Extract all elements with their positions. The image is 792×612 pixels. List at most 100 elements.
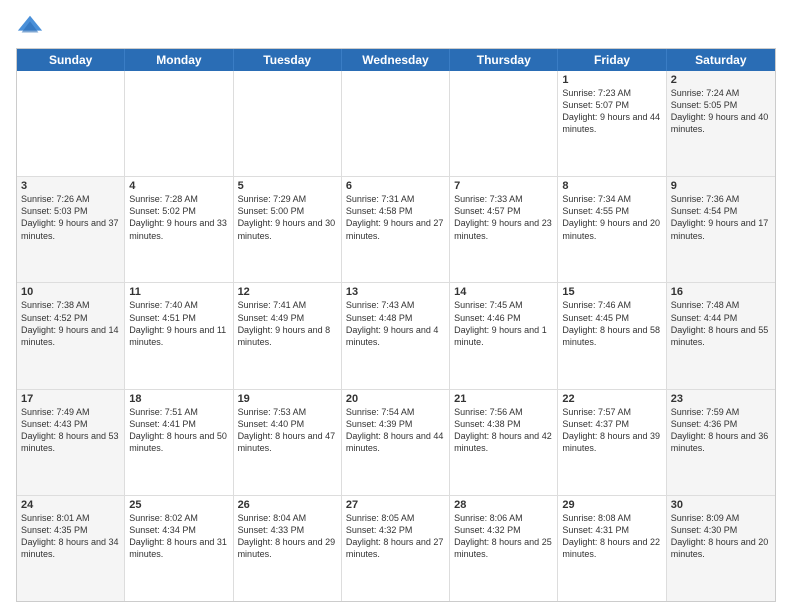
day-number: 8 xyxy=(562,180,661,192)
day-info: Sunrise: 8:05 AM Sunset: 4:32 PM Dayligh… xyxy=(346,512,445,561)
day-number: 3 xyxy=(21,180,120,192)
day-number: 25 xyxy=(129,499,228,511)
day-number: 15 xyxy=(562,286,661,298)
header-cell-friday: Friday xyxy=(558,49,666,71)
day-info: Sunrise: 7:24 AM Sunset: 5:05 PM Dayligh… xyxy=(671,87,771,136)
day-number: 5 xyxy=(238,180,337,192)
day-number: 6 xyxy=(346,180,445,192)
day-cell xyxy=(450,71,558,176)
day-number: 1 xyxy=(562,74,661,86)
day-number: 7 xyxy=(454,180,553,192)
day-cell xyxy=(342,71,450,176)
calendar: SundayMondayTuesdayWednesdayThursdayFrid… xyxy=(16,48,776,602)
calendar-header: SundayMondayTuesdayWednesdayThursdayFrid… xyxy=(17,49,775,71)
day-number: 2 xyxy=(671,74,771,86)
day-info: Sunrise: 8:04 AM Sunset: 4:33 PM Dayligh… xyxy=(238,512,337,561)
day-cell: 27Sunrise: 8:05 AM Sunset: 4:32 PM Dayli… xyxy=(342,496,450,601)
day-cell: 3Sunrise: 7:26 AM Sunset: 5:03 PM Daylig… xyxy=(17,177,125,282)
week-row-4: 17Sunrise: 7:49 AM Sunset: 4:43 PM Dayli… xyxy=(17,390,775,496)
page-header xyxy=(16,12,776,40)
day-info: Sunrise: 7:31 AM Sunset: 4:58 PM Dayligh… xyxy=(346,193,445,242)
day-number: 10 xyxy=(21,286,120,298)
day-number: 26 xyxy=(238,499,337,511)
day-cell: 9Sunrise: 7:36 AM Sunset: 4:54 PM Daylig… xyxy=(667,177,775,282)
day-info: Sunrise: 8:01 AM Sunset: 4:35 PM Dayligh… xyxy=(21,512,120,561)
day-number: 16 xyxy=(671,286,771,298)
day-info: Sunrise: 7:41 AM Sunset: 4:49 PM Dayligh… xyxy=(238,299,337,348)
day-number: 20 xyxy=(346,393,445,405)
day-number: 14 xyxy=(454,286,553,298)
week-row-1: 1Sunrise: 7:23 AM Sunset: 5:07 PM Daylig… xyxy=(17,71,775,177)
day-cell: 6Sunrise: 7:31 AM Sunset: 4:58 PM Daylig… xyxy=(342,177,450,282)
week-row-2: 3Sunrise: 7:26 AM Sunset: 5:03 PM Daylig… xyxy=(17,177,775,283)
day-number: 12 xyxy=(238,286,337,298)
header-cell-tuesday: Tuesday xyxy=(234,49,342,71)
day-number: 23 xyxy=(671,393,771,405)
day-info: Sunrise: 8:09 AM Sunset: 4:30 PM Dayligh… xyxy=(671,512,771,561)
day-info: Sunrise: 7:57 AM Sunset: 4:37 PM Dayligh… xyxy=(562,406,661,455)
day-info: Sunrise: 7:48 AM Sunset: 4:44 PM Dayligh… xyxy=(671,299,771,348)
day-cell: 14Sunrise: 7:45 AM Sunset: 4:46 PM Dayli… xyxy=(450,283,558,388)
day-number: 13 xyxy=(346,286,445,298)
day-cell xyxy=(125,71,233,176)
day-number: 9 xyxy=(671,180,771,192)
day-info: Sunrise: 7:36 AM Sunset: 4:54 PM Dayligh… xyxy=(671,193,771,242)
day-info: Sunrise: 7:23 AM Sunset: 5:07 PM Dayligh… xyxy=(562,87,661,136)
day-number: 21 xyxy=(454,393,553,405)
day-cell: 24Sunrise: 8:01 AM Sunset: 4:35 PM Dayli… xyxy=(17,496,125,601)
day-info: Sunrise: 7:26 AM Sunset: 5:03 PM Dayligh… xyxy=(21,193,120,242)
day-info: Sunrise: 7:45 AM Sunset: 4:46 PM Dayligh… xyxy=(454,299,553,348)
header-cell-monday: Monday xyxy=(125,49,233,71)
day-cell: 26Sunrise: 8:04 AM Sunset: 4:33 PM Dayli… xyxy=(234,496,342,601)
header-cell-thursday: Thursday xyxy=(450,49,558,71)
day-info: Sunrise: 7:53 AM Sunset: 4:40 PM Dayligh… xyxy=(238,406,337,455)
day-info: Sunrise: 7:28 AM Sunset: 5:02 PM Dayligh… xyxy=(129,193,228,242)
day-number: 28 xyxy=(454,499,553,511)
day-cell: 13Sunrise: 7:43 AM Sunset: 4:48 PM Dayli… xyxy=(342,283,450,388)
day-info: Sunrise: 7:34 AM Sunset: 4:55 PM Dayligh… xyxy=(562,193,661,242)
day-info: Sunrise: 7:51 AM Sunset: 4:41 PM Dayligh… xyxy=(129,406,228,455)
day-cell: 16Sunrise: 7:48 AM Sunset: 4:44 PM Dayli… xyxy=(667,283,775,388)
day-info: Sunrise: 7:46 AM Sunset: 4:45 PM Dayligh… xyxy=(562,299,661,348)
day-number: 29 xyxy=(562,499,661,511)
day-cell: 11Sunrise: 7:40 AM Sunset: 4:51 PM Dayli… xyxy=(125,283,233,388)
day-number: 17 xyxy=(21,393,120,405)
week-row-5: 24Sunrise: 8:01 AM Sunset: 4:35 PM Dayli… xyxy=(17,496,775,601)
day-info: Sunrise: 7:33 AM Sunset: 4:57 PM Dayligh… xyxy=(454,193,553,242)
day-cell: 21Sunrise: 7:56 AM Sunset: 4:38 PM Dayli… xyxy=(450,390,558,495)
day-cell: 23Sunrise: 7:59 AM Sunset: 4:36 PM Dayli… xyxy=(667,390,775,495)
day-cell: 28Sunrise: 8:06 AM Sunset: 4:32 PM Dayli… xyxy=(450,496,558,601)
day-cell: 20Sunrise: 7:54 AM Sunset: 4:39 PM Dayli… xyxy=(342,390,450,495)
day-cell: 7Sunrise: 7:33 AM Sunset: 4:57 PM Daylig… xyxy=(450,177,558,282)
day-info: Sunrise: 7:56 AM Sunset: 4:38 PM Dayligh… xyxy=(454,406,553,455)
day-cell xyxy=(17,71,125,176)
day-info: Sunrise: 8:06 AM Sunset: 4:32 PM Dayligh… xyxy=(454,512,553,561)
day-cell: 17Sunrise: 7:49 AM Sunset: 4:43 PM Dayli… xyxy=(17,390,125,495)
day-number: 4 xyxy=(129,180,228,192)
day-info: Sunrise: 7:59 AM Sunset: 4:36 PM Dayligh… xyxy=(671,406,771,455)
day-cell: 5Sunrise: 7:29 AM Sunset: 5:00 PM Daylig… xyxy=(234,177,342,282)
day-cell: 8Sunrise: 7:34 AM Sunset: 4:55 PM Daylig… xyxy=(558,177,666,282)
day-info: Sunrise: 8:08 AM Sunset: 4:31 PM Dayligh… xyxy=(562,512,661,561)
day-info: Sunrise: 7:29 AM Sunset: 5:00 PM Dayligh… xyxy=(238,193,337,242)
day-number: 27 xyxy=(346,499,445,511)
logo xyxy=(16,12,48,40)
day-info: Sunrise: 8:02 AM Sunset: 4:34 PM Dayligh… xyxy=(129,512,228,561)
day-info: Sunrise: 7:43 AM Sunset: 4:48 PM Dayligh… xyxy=(346,299,445,348)
day-number: 11 xyxy=(129,286,228,298)
day-cell: 2Sunrise: 7:24 AM Sunset: 5:05 PM Daylig… xyxy=(667,71,775,176)
day-info: Sunrise: 7:38 AM Sunset: 4:52 PM Dayligh… xyxy=(21,299,120,348)
calendar-body: 1Sunrise: 7:23 AM Sunset: 5:07 PM Daylig… xyxy=(17,71,775,601)
day-cell: 4Sunrise: 7:28 AM Sunset: 5:02 PM Daylig… xyxy=(125,177,233,282)
day-cell: 30Sunrise: 8:09 AM Sunset: 4:30 PM Dayli… xyxy=(667,496,775,601)
day-number: 18 xyxy=(129,393,228,405)
day-info: Sunrise: 7:49 AM Sunset: 4:43 PM Dayligh… xyxy=(21,406,120,455)
day-cell: 25Sunrise: 8:02 AM Sunset: 4:34 PM Dayli… xyxy=(125,496,233,601)
header-cell-sunday: Sunday xyxy=(17,49,125,71)
day-number: 24 xyxy=(21,499,120,511)
day-cell: 15Sunrise: 7:46 AM Sunset: 4:45 PM Dayli… xyxy=(558,283,666,388)
day-number: 30 xyxy=(671,499,771,511)
header-cell-saturday: Saturday xyxy=(667,49,775,71)
day-number: 22 xyxy=(562,393,661,405)
day-cell: 22Sunrise: 7:57 AM Sunset: 4:37 PM Dayli… xyxy=(558,390,666,495)
